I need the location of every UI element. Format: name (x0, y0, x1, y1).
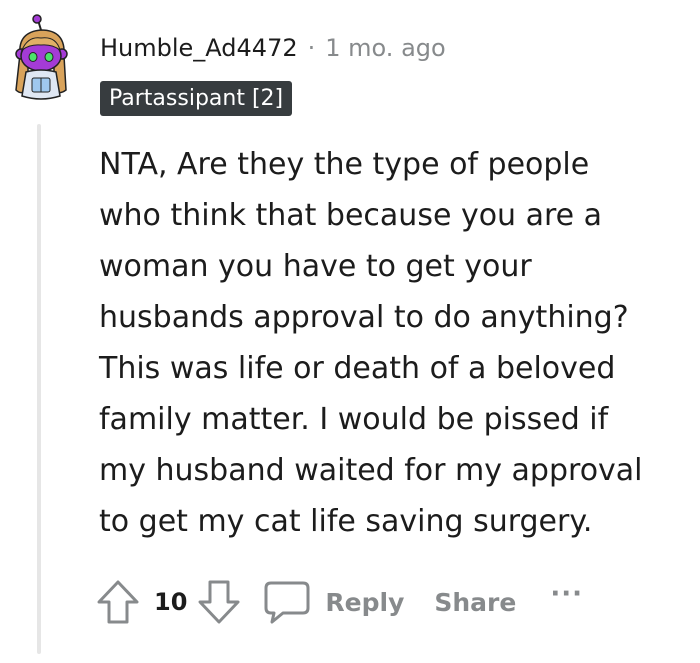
comment-body: NTA, Are they the type of people who thi… (99, 147, 643, 539)
snoo-avatar-icon (15, 14, 68, 100)
comment-timestamp[interactable]: 1 mo. ago (325, 34, 445, 62)
reply-button[interactable]: Reply (263, 580, 404, 624)
more-options-button[interactable]: ··· (550, 579, 583, 609)
upvote-button[interactable] (96, 579, 140, 625)
speech-bubble-icon (264, 581, 310, 624)
thread-collapse-line[interactable] (37, 124, 41, 654)
avatar[interactable] (8, 14, 74, 104)
user-flair-badge: Partassipant [2] (100, 81, 293, 116)
comment-action-bar: 10 Reply Share ··· (96, 578, 583, 626)
vote-count: 10 (154, 588, 188, 616)
comment-header: Humble_Ad4472 · 1 mo. ago (100, 28, 446, 68)
arrow-down-icon (198, 580, 240, 624)
downvote-button[interactable] (197, 579, 241, 625)
share-button[interactable]: Share (434, 588, 516, 617)
arrow-up-icon (97, 580, 139, 624)
author-username[interactable]: Humble_Ad4472 (100, 34, 298, 62)
meta-separator: · (307, 34, 316, 62)
reply-label: Reply (325, 587, 405, 617)
